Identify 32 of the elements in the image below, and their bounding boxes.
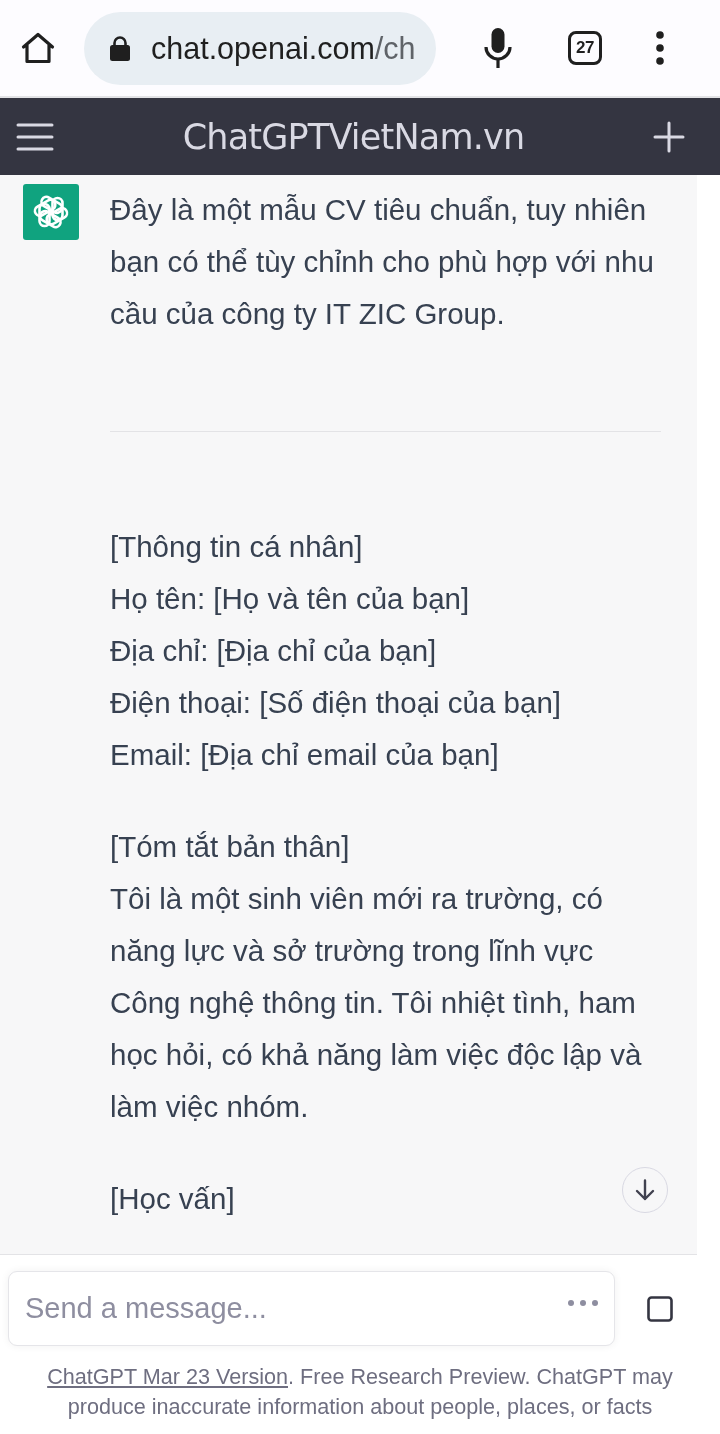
message-text: [Tóm tắt bản thân] [110, 829, 350, 865]
more-icon [656, 31, 664, 65]
message-text: Họ tên: [Họ và tên của bạn] [110, 581, 470, 617]
scroll-down-button[interactable] [622, 1167, 668, 1213]
site-title: ChatGPTVietNam.vn [182, 116, 525, 157]
menu-icon [16, 122, 54, 151]
message-text: [Thông tin cá nhân] [110, 529, 363, 565]
tab-switcher-button[interactable]: 27 [568, 31, 602, 65]
message-text: [Học vấn] [110, 1181, 235, 1217]
home-icon [21, 32, 55, 64]
more-button[interactable] [656, 31, 664, 65]
disclaimer-text: ChatGPT Mar 23 Version. Free Research Preview. ChatGPT may produce inaccurate information about people, places, or facts [46, 1363, 674, 1421]
plus-icon [653, 120, 685, 153]
menu-button[interactable] [16, 122, 54, 151]
assistant-logo-icon [23, 184, 79, 240]
new-chat-button[interactable] [653, 120, 685, 153]
message-text: Điện thoại: [Số điện thoại của bạn] [110, 685, 561, 721]
message-field[interactable]: Send a message... [8, 1271, 615, 1346]
arrow-down-icon [635, 1179, 655, 1201]
message-text: Email: [Địa chỉ email của bạn] [110, 737, 499, 773]
address-field[interactable]: chat.openai.com/ch [84, 11, 436, 85]
stop-icon [647, 1295, 673, 1322]
message-text: Đây là một mẫu CV tiêu chuẩn, tuy nhiên bạn có thể tùy chỉnh cho phù hợp với nhu cầu của công ty IT ZIC Group. [110, 192, 655, 332]
mic-button[interactable] [484, 28, 512, 68]
message-text: Địa chỉ: [Địa chỉ của bạn] [110, 633, 437, 669]
stop-button[interactable] [647, 1295, 673, 1322]
mic-icon [484, 28, 512, 68]
version-link[interactable]: ChatGPT Mar 23 Version [47, 1364, 288, 1389]
message-text: Tôi là một sinh viên mới ra trường, có năng lực và sở trường trong lĩnh vực Công nghệ thông tin. Tôi nhiệt tình, ham học hỏi, có khả năng làm việc độc lập và làm việc nhóm. [110, 881, 643, 1125]
home-button[interactable] [21, 32, 55, 64]
typing-dots-icon [568, 1300, 598, 1306]
lock-icon [110, 35, 130, 61]
